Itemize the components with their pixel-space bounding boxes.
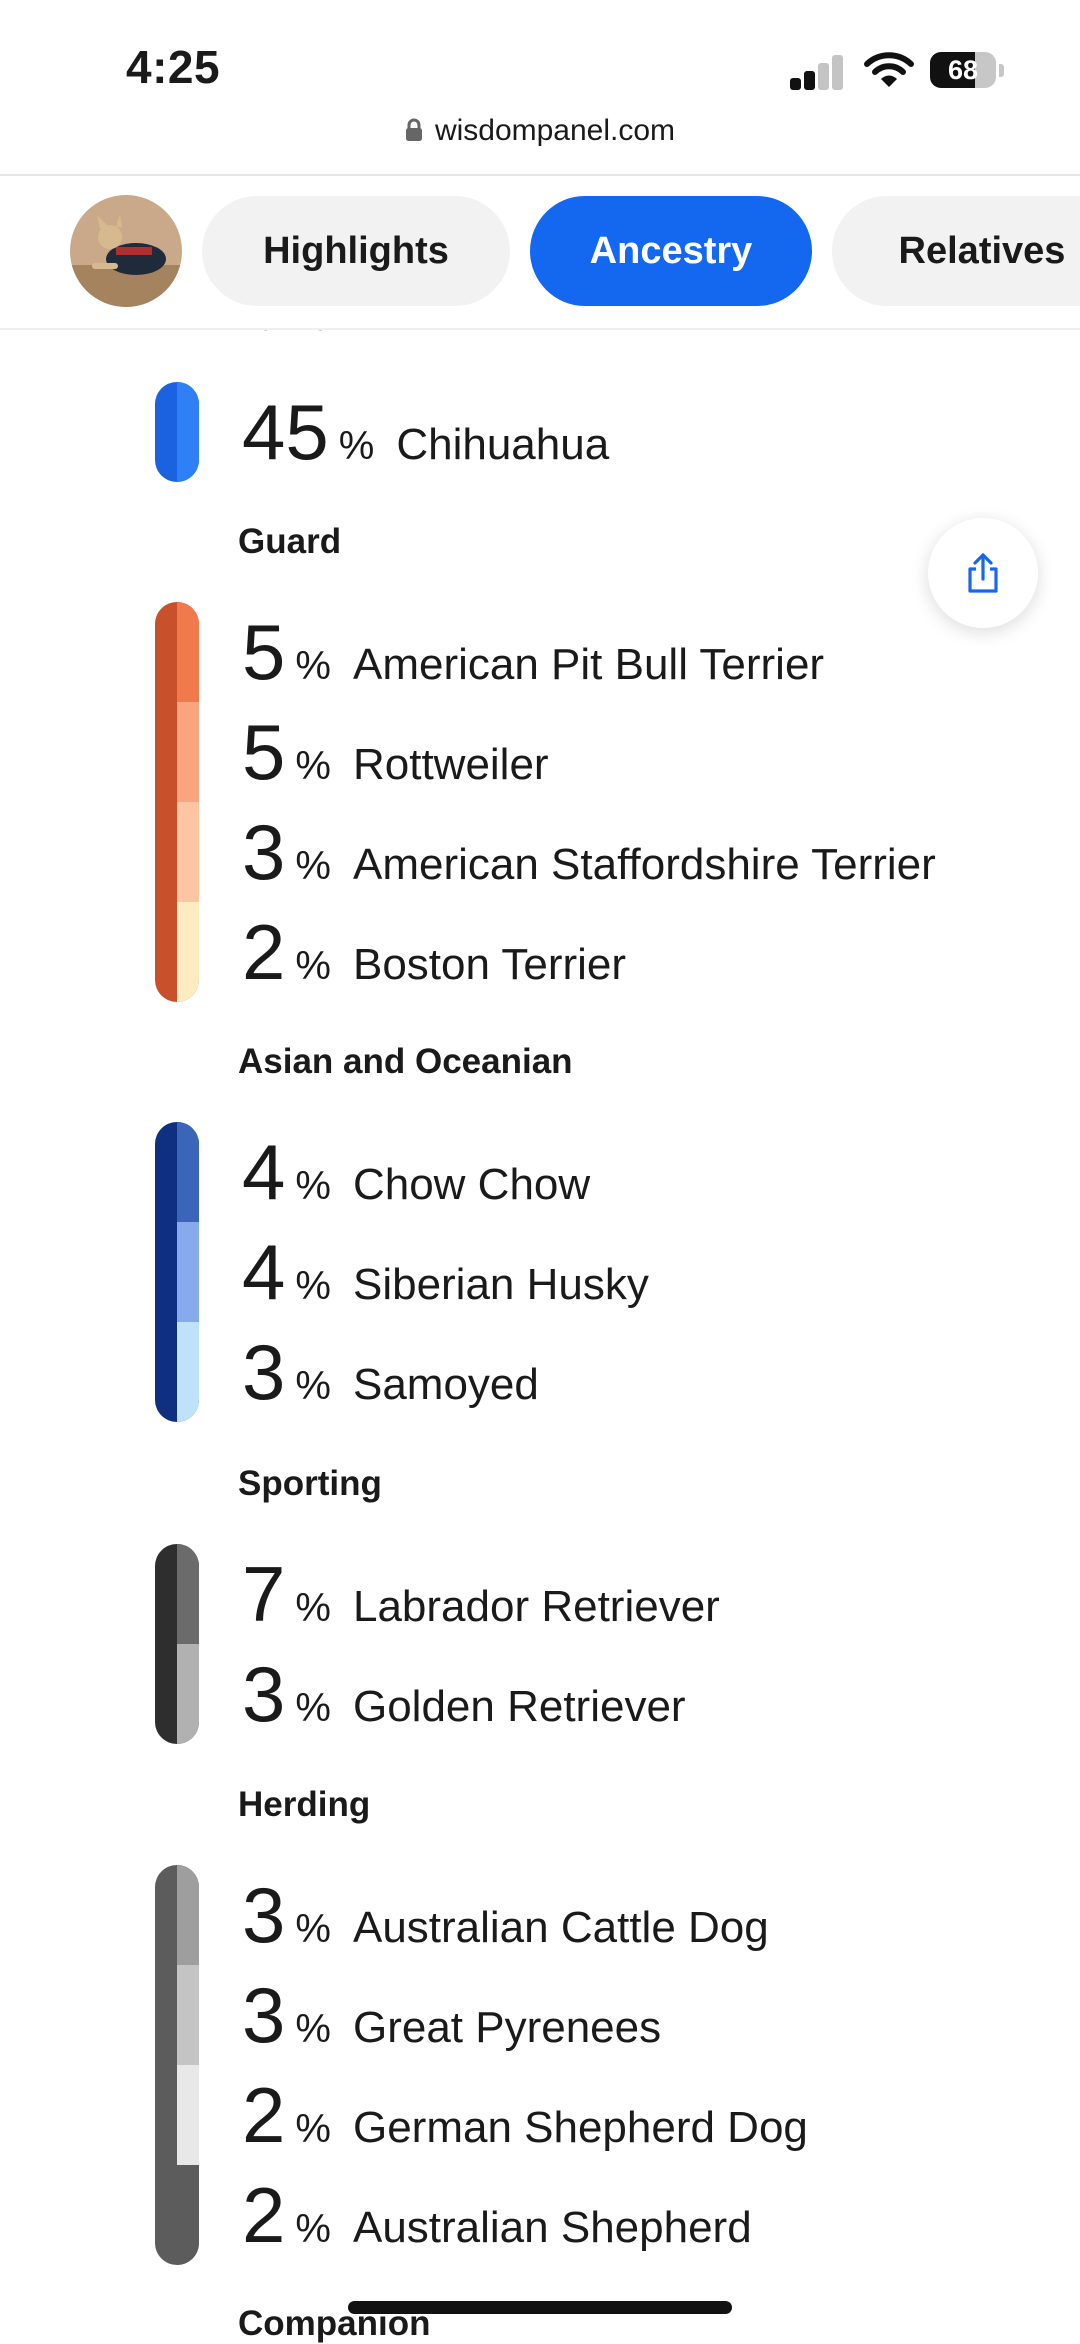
- percent-sign: %: [295, 644, 331, 688]
- share-icon: [968, 553, 998, 593]
- breed-row-siberian-husky[interactable]: 4 % Siberian Husky: [242, 1222, 649, 1322]
- breed-percent: 45: [242, 388, 329, 476]
- breed-row-chow-chow[interactable]: 4 % Chow Chow: [242, 1122, 590, 1222]
- breed-percent: 5: [242, 708, 286, 796]
- percent-sign: %: [295, 2207, 331, 2251]
- breed-row-great-pyrenees[interactable]: 3 % Great Pyrenees: [242, 1965, 661, 2065]
- breed-name: Chihuahua: [396, 420, 610, 469]
- battery-icon: 68: [930, 52, 1004, 90]
- bar-segment: [177, 1965, 199, 2065]
- breed-name: Australian Shepherd: [352, 2203, 752, 2252]
- breed-name: Labrador Retriever: [352, 1582, 720, 1631]
- tab-label: Relatives: [898, 229, 1066, 272]
- tab-relatives[interactable]: Relatives: [832, 196, 1080, 306]
- bar-segment: [177, 1222, 199, 1322]
- bar-segment: [177, 382, 199, 482]
- tab-label: Highlights: [263, 229, 449, 272]
- breed-row-rottweiler[interactable]: 5 % Rottweiler: [242, 702, 549, 802]
- breed-percent: 3: [242, 1328, 286, 1416]
- tab-label: Ancestry: [589, 229, 753, 272]
- tab-highlights[interactable]: Highlights: [202, 196, 510, 306]
- bar-segment: [177, 1122, 199, 1222]
- percent-sign: %: [295, 1586, 331, 1630]
- breed-name: Australian Cattle Dog: [352, 1903, 769, 1952]
- breed-percent: 3: [242, 1871, 286, 1959]
- breed-name: American Pit Bull Terrier: [352, 640, 825, 689]
- address-bar[interactable]: wisdompanel.com: [0, 114, 1080, 150]
- asian-color-bar: [155, 1122, 199, 1422]
- breed-name: Great Pyrenees: [352, 2003, 662, 2052]
- breed-name: Siberian Husky: [352, 1260, 649, 1309]
- percent-sign: %: [338, 424, 375, 468]
- breed-name: German Shepherd Dog: [352, 2103, 808, 2152]
- breed-name: American Staffordshire Terrier: [352, 840, 936, 889]
- guard-color-bar: [155, 602, 199, 1002]
- terrier-color-bar: [155, 382, 199, 482]
- home-indicator[interactable]: [348, 2301, 732, 2314]
- percent-sign: %: [295, 1264, 331, 1308]
- bar-segment: [177, 1544, 199, 1644]
- breed-row-labrador-retriever[interactable]: 7 % Labrador Retriever: [242, 1544, 720, 1644]
- bar-segment: [177, 802, 199, 902]
- status-bar: 4:25 68 wisdompanel.com: [0, 0, 1080, 147]
- bar-segment: [177, 1644, 199, 1744]
- breed-row-samoyed[interactable]: 3 % Samoyed: [242, 1322, 539, 1422]
- percent-sign: %: [295, 744, 331, 788]
- dog-avatar[interactable]: [70, 195, 182, 307]
- tab-ancestry[interactable]: Ancestry: [530, 196, 812, 306]
- percent-sign: %: [295, 2007, 331, 2051]
- breed-percent: 3: [242, 1650, 286, 1738]
- percent-sign: %: [295, 944, 331, 988]
- breed-row-australian-cattle-dog[interactable]: 3 % Australian Cattle Dog: [242, 1865, 769, 1965]
- percent-sign: %: [295, 2107, 331, 2151]
- breed-row-australian-shepherd[interactable]: 2 % Australian Shepherd: [242, 2165, 752, 2265]
- breed-name: Boston Terrier: [352, 940, 627, 989]
- breed-row-american-staffordshire-terrier[interactable]: 3 % American Staffordshire Terrier: [242, 802, 936, 902]
- breed-row-german-shepherd-dog[interactable]: 2 % German Shepherd Dog: [242, 2065, 808, 2165]
- breed-percent: 2: [242, 908, 286, 996]
- group-heading-asian-and-oceanian: Asian and Oceanian: [238, 1042, 573, 1081]
- breed-percent: 3: [242, 808, 286, 896]
- bar-segment: [177, 1322, 199, 1422]
- lock-icon: [405, 116, 423, 150]
- group-heading-sporting: Sporting: [238, 1464, 382, 1503]
- breed-name: Samoyed: [352, 1360, 539, 1409]
- breed-row-chihuahua[interactable]: 45 % Chihuahua: [242, 382, 609, 482]
- share-button[interactable]: [928, 518, 1038, 628]
- url-text: wisdompanel.com: [434, 114, 676, 147]
- breed-percent: 3: [242, 1971, 286, 2059]
- bar-segment: [177, 702, 199, 802]
- breed-percent: 4: [242, 1128, 286, 1216]
- cellular-signal-icon: [790, 54, 844, 90]
- breed-percent: 2: [242, 2071, 286, 2159]
- percent-sign: %: [295, 1907, 331, 1951]
- wifi-icon: [864, 50, 914, 90]
- breed-row-boston-terrier[interactable]: 2 % Boston Terrier: [242, 902, 626, 1002]
- bar-segment: [177, 2165, 199, 2265]
- breed-row-american-pit-bull-terrier[interactable]: 5 % American Pit Bull Terrier: [242, 602, 824, 702]
- group-heading-herding: Herding: [238, 1785, 371, 1824]
- clock: 4:25: [126, 41, 221, 93]
- breed-percent: 2: [242, 2171, 286, 2259]
- breed-percent: 4: [242, 1228, 286, 1316]
- breed-row-golden-retriever[interactable]: 3 % Golden Retriever: [242, 1644, 686, 1744]
- bar-segment: [177, 1865, 199, 1965]
- breed-percent: 7: [242, 1550, 286, 1638]
- herding-color-bar: [155, 1865, 199, 2265]
- percent-sign: %: [295, 1686, 331, 1730]
- breed-percent: 5: [242, 608, 286, 696]
- bar-segment: [177, 2065, 199, 2165]
- percent-sign: %: [295, 1364, 331, 1408]
- group-heading-guard: Guard: [238, 522, 342, 561]
- bar-segment: [177, 902, 199, 1002]
- percent-sign: %: [295, 844, 331, 888]
- breed-name: Rottweiler: [352, 740, 549, 789]
- breed-name: Golden Retriever: [352, 1682, 686, 1731]
- breed-name: Chow Chow: [352, 1160, 591, 1209]
- percent-sign: %: [295, 1164, 331, 1208]
- bar-segment: [177, 602, 199, 702]
- battery-percent: 68: [947, 55, 979, 85]
- section-tabs: Highlights Ancestry Relatives: [0, 176, 1080, 330]
- sporting-color-bar: [155, 1544, 199, 1744]
